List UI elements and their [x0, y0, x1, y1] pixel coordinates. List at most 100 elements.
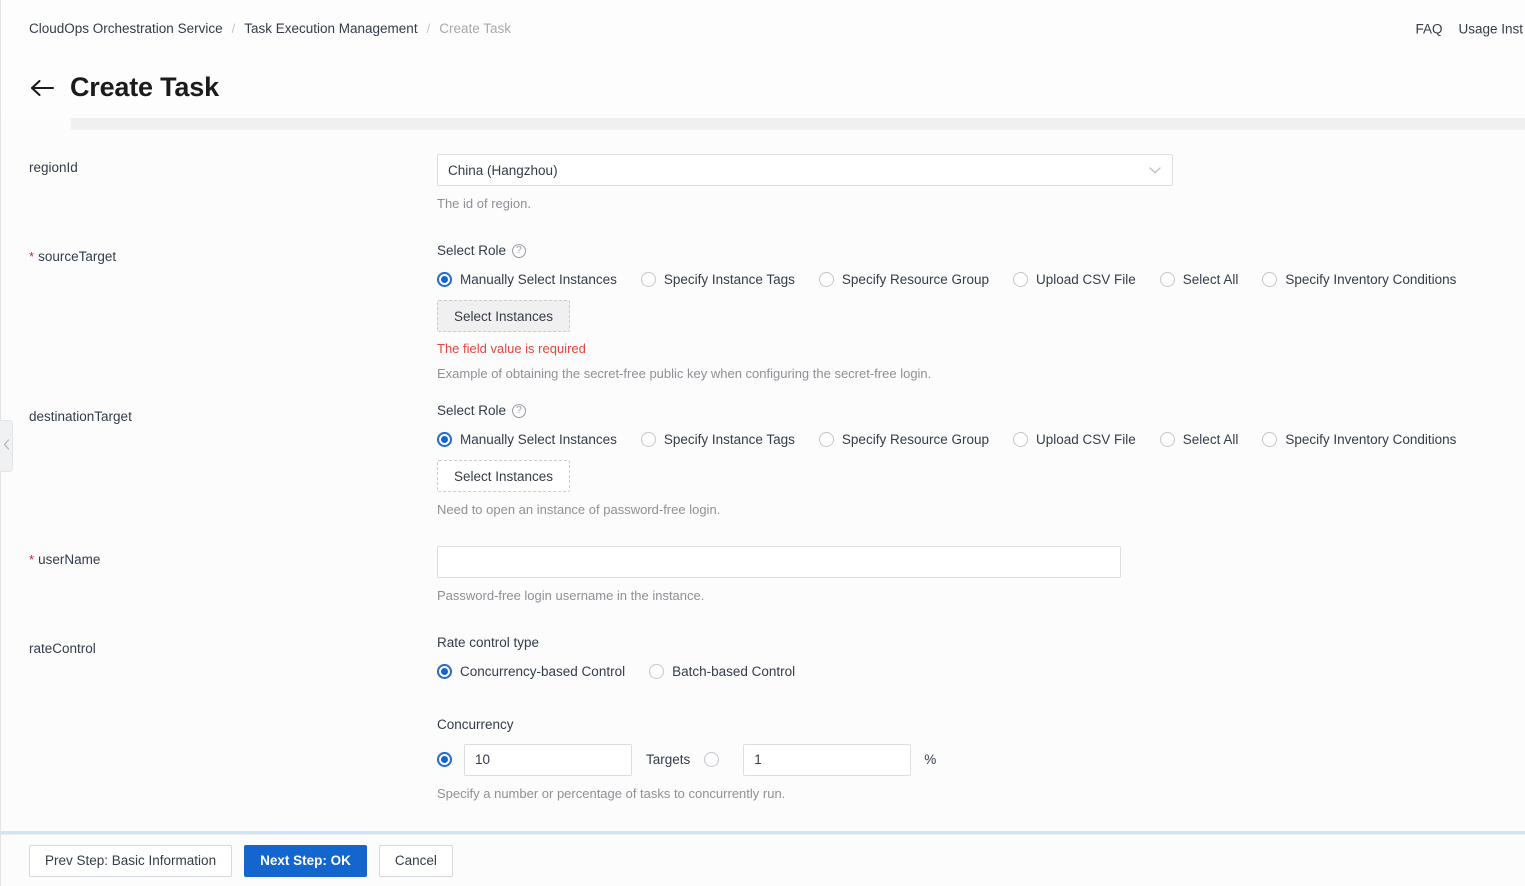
arrow-left-icon[interactable]: [29, 74, 57, 102]
radio-label: Specify Inventory Conditions: [1285, 272, 1457, 288]
faq-link[interactable]: FAQ: [1415, 21, 1442, 36]
concurrency-input-group: Targets %: [437, 743, 1495, 776]
concurrency-count-radio[interactable]: [437, 752, 452, 768]
breadcrumb-item-task-execution[interactable]: Task Execution Management: [244, 21, 417, 36]
prev-step-button[interactable]: Prev Step: Basic Information: [29, 844, 233, 877]
source-radio-upload-csv-file[interactable]: Upload CSV File: [1013, 272, 1136, 288]
chevron-left-icon: [3, 439, 10, 453]
source-target-label-cell: * sourceTarget: [1, 243, 437, 264]
form-row-rate-control: rateControl Rate control type Concurrenc…: [1, 635, 1525, 834]
source-radio-specify-instance-tags[interactable]: Specify Instance Tags: [640, 272, 795, 288]
destination-radio-specify-inventory-conditions[interactable]: Specify Inventory Conditions: [1262, 432, 1456, 448]
region-select[interactable]: China (Hangzhou): [437, 154, 1173, 186]
radio-indicator: [437, 663, 452, 679]
create-task-form: regionId China (Hangzhou) The id of regi…: [1, 130, 1525, 834]
scroll-progress-indicator: [1, 831, 1525, 834]
radio-indicator: [1159, 432, 1175, 448]
question-circle-icon[interactable]: ?: [512, 403, 527, 418]
source-target-error-message: The field value is required: [437, 341, 586, 357]
concurrency-percent-radio[interactable]: [704, 752, 720, 768]
concurrency-title: Concurrency: [437, 716, 514, 732]
source-select-role-label: Select Role: [437, 243, 507, 259]
breadcrumb: CloudOps Orchestration Service / Task Ex…: [29, 21, 511, 36]
username-helper-text: Password-free login username in the inst…: [437, 587, 705, 603]
concurrency-count-input[interactable]: [464, 743, 632, 776]
region-label: regionId: [29, 160, 78, 175]
source-target-radio-group: Manually Select Instances Specify Instan…: [437, 272, 1495, 288]
usage-instructions-link[interactable]: Usage Inst: [1458, 21, 1523, 36]
page-title: Create Task: [70, 72, 219, 102]
destination-radio-specify-resource-group[interactable]: Specify Resource Group: [818, 432, 989, 448]
destination-radio-select-all[interactable]: Select All: [1159, 432, 1238, 448]
radio-label: Upload CSV File: [1036, 432, 1136, 448]
next-step-button[interactable]: Next Step: OK: [244, 844, 367, 877]
radio-label: Manually Select Instances: [460, 272, 617, 288]
destination-radio-manually-select-instances[interactable]: Manually Select Instances: [437, 432, 617, 448]
region-helper-text: The id of region.: [437, 196, 531, 211]
title-bar: Create Task: [1, 57, 1525, 118]
radio-indicator: [649, 663, 665, 679]
rate-radio-batch-based-control[interactable]: Batch-based Control: [649, 663, 795, 679]
create-task-page: CloudOps Orchestration Service / Task Ex…: [0, 0, 1525, 886]
radio-indicator: [1262, 432, 1278, 448]
form-row-username: * userName Password-free login username i…: [1, 545, 1525, 605]
source-radio-select-all[interactable]: Select All: [1159, 272, 1239, 288]
radio-label: Specify Instance Tags: [663, 272, 795, 288]
destination-radio-specify-instance-tags[interactable]: Specify Instance Tags: [640, 432, 795, 448]
destination-select-instances-button[interactable]: Select Instances: [437, 460, 571, 493]
breadcrumb-item-create-task: Create Task: [439, 21, 511, 36]
destination-select-role-label: Select Role: [437, 403, 507, 419]
required-marker: *: [29, 551, 35, 567]
source-radio-specify-inventory-conditions[interactable]: Specify Inventory Conditions: [1262, 272, 1457, 288]
source-radio-manually-select-instances[interactable]: Manually Select Instances: [437, 272, 617, 288]
form-scroll-area[interactable]: regionId China (Hangzhou) The id of regi…: [1, 130, 1525, 834]
username-label: userName: [38, 551, 101, 567]
radio-indicator: [818, 432, 834, 448]
radio-indicator: [818, 272, 834, 288]
radio-indicator: [1262, 272, 1278, 288]
rate-radio-concurrency-based-control[interactable]: Concurrency-based Control: [437, 663, 626, 679]
radio-label: Concurrency-based Control: [460, 663, 626, 679]
concurrency-percent-symbol: %: [924, 752, 937, 768]
destination-target-field-cell: Select Role ? Manually Select Instances …: [437, 403, 1525, 519]
required-marker: *: [29, 249, 35, 265]
form-row-source-target: * sourceTarget Select Role ? Manually Sel…: [1, 243, 1525, 383]
radio-label: Manually Select Instances: [460, 432, 617, 448]
concurrency-percent-input[interactable]: [743, 743, 912, 776]
form-footer: Prev Step: Basic Information Next Step: …: [1, 834, 1525, 886]
destination-target-label: destinationTarget: [29, 409, 132, 425]
rate-control-type-radio-group: Concurrency-based Control Batch-based Co…: [437, 663, 1495, 679]
sidebar-collapse-handle[interactable]: [0, 420, 13, 472]
source-select-instances-button[interactable]: Select Instances: [437, 300, 571, 333]
radio-label: Select All: [1182, 272, 1239, 288]
radio-indicator: [437, 272, 452, 288]
rate-control-label: rateControl: [29, 640, 96, 656]
breadcrumb-separator: /: [426, 21, 431, 36]
cancel-button[interactable]: Cancel: [378, 844, 453, 877]
username-input[interactable]: [437, 545, 1121, 578]
destination-target-radio-group: Manually Select Instances Specify Instan…: [437, 432, 1495, 448]
destination-radio-upload-csv-file[interactable]: Upload CSV File: [1013, 432, 1136, 448]
username-field-cell: Password-free login username in the inst…: [437, 545, 1525, 605]
destination-target-label-cell: destinationTarget: [1, 403, 437, 424]
section-divider: [71, 118, 1525, 130]
form-row-destination-target: destinationTarget Select Role ? Manually…: [1, 403, 1525, 519]
region-field-cell: China (Hangzhou) The id of region.: [437, 154, 1525, 213]
question-circle-icon[interactable]: ?: [512, 243, 527, 258]
region-select-value: China (Hangzhou): [448, 162, 558, 178]
form-row-region: regionId China (Hangzhou) The id of regi…: [1, 154, 1525, 213]
source-target-label: sourceTarget: [38, 249, 117, 265]
chevron-down-icon: [1149, 163, 1161, 178]
top-links: FAQ Usage Inst: [1415, 21, 1525, 36]
radio-indicator: [1013, 272, 1028, 288]
top-bar: CloudOps Orchestration Service / Task Ex…: [1, 0, 1525, 57]
source-radio-specify-resource-group[interactable]: Specify Resource Group: [818, 272, 989, 288]
radio-indicator: [1159, 272, 1175, 288]
radio-label: Upload CSV File: [1036, 272, 1136, 288]
breadcrumb-item-service[interactable]: CloudOps Orchestration Service: [29, 21, 223, 36]
concurrency-helper-text: Specify a number or percentage of tasks …: [437, 785, 786, 801]
radio-indicator: [437, 432, 452, 448]
breadcrumb-separator: /: [231, 21, 236, 36]
radio-indicator: [1013, 432, 1028, 448]
username-label-cell: * userName: [1, 546, 437, 567]
